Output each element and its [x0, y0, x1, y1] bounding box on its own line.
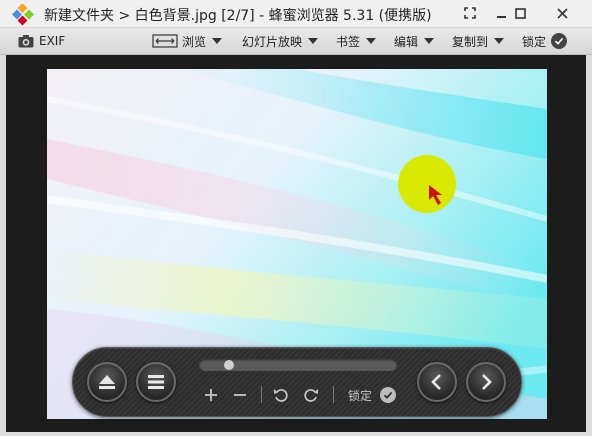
cursor-highlight	[398, 155, 456, 213]
previous-button[interactable]	[417, 362, 457, 402]
zoom-in-button[interactable]	[202, 386, 220, 404]
chevron-right-icon	[482, 374, 492, 390]
title-bar: 新建文件夹 > 白色背景.jpg [2/7] - 蜂蜜浏览器 5.31 (便携版…	[0, 0, 592, 28]
maximize-icon	[514, 7, 526, 19]
browse-label: 浏览	[182, 34, 207, 49]
chevron-down-icon	[212, 38, 223, 44]
chevron-down-icon	[424, 38, 435, 44]
browse-icon	[152, 34, 178, 48]
lock-check-button[interactable]	[380, 387, 396, 403]
bookmarks-label: 书签	[336, 34, 361, 49]
exif-label: EXIF	[39, 34, 66, 48]
window-title: 新建文件夹 > 白色背景.jpg [2/7] - 蜂蜜浏览器 5.31 (便携版…	[44, 8, 432, 24]
edit-menu[interactable]: 编辑	[394, 28, 435, 54]
zoom-slider[interactable]	[199, 359, 397, 371]
minus-icon	[234, 394, 246, 396]
lock-label: 锁定	[348, 389, 373, 403]
app-logo-icon	[12, 4, 34, 26]
eject-icon	[99, 375, 115, 389]
close-icon	[556, 7, 568, 19]
plus-icon	[205, 389, 217, 401]
chevron-left-icon	[431, 374, 441, 390]
menu-icon	[148, 375, 164, 389]
fullscreen-icon	[464, 7, 476, 19]
camera-icon	[18, 35, 34, 48]
chevron-down-icon	[366, 38, 377, 44]
check-icon	[383, 391, 393, 399]
zoom-out-button[interactable]	[231, 386, 249, 404]
copy-to-label: 复制到	[452, 34, 489, 49]
bookmarks-menu[interactable]: 书签	[336, 28, 377, 54]
slideshow-label: 幻灯片放映	[242, 34, 303, 49]
rotate-left-icon	[274, 389, 288, 402]
slider-thumb[interactable]	[224, 360, 235, 370]
image-viewer: 锁定	[6, 55, 586, 432]
chevron-down-icon	[308, 38, 319, 44]
fullscreen-button[interactable]	[455, 0, 485, 26]
browse-menu[interactable]: 浏览	[152, 28, 223, 54]
rotate-right-icon	[304, 389, 318, 402]
eject-button[interactable]	[87, 362, 127, 402]
slideshow-menu[interactable]: 幻灯片放映	[242, 28, 319, 54]
copy-to-menu[interactable]: 复制到	[452, 28, 505, 54]
toolbar: EXIF 浏览 幻灯片放映 书签 编辑 复制到 锁定	[0, 28, 592, 55]
maximize-button[interactable]	[505, 0, 535, 26]
control-bar: 锁定	[72, 347, 522, 417]
exif-button[interactable]: EXIF	[18, 28, 65, 54]
edit-label: 编辑	[394, 34, 419, 49]
lock-label: 锁定	[522, 34, 547, 49]
divider	[333, 386, 334, 403]
next-button[interactable]	[466, 362, 506, 402]
rotate-right-button[interactable]	[302, 386, 320, 404]
divider	[261, 386, 262, 403]
check-icon	[551, 33, 568, 49]
menu-button[interactable]	[136, 362, 176, 402]
chevron-down-icon	[494, 38, 505, 44]
close-button[interactable]	[547, 0, 577, 26]
lock-toggle[interactable]: 锁定	[522, 28, 568, 54]
rotate-left-button[interactable]	[272, 386, 290, 404]
